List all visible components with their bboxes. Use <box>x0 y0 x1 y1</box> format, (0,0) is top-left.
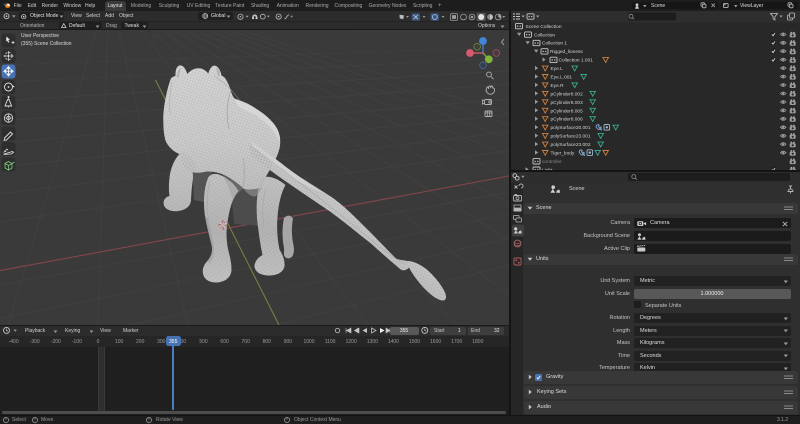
svg-text:polySurface23.002: polySurface23.002 <box>550 142 590 148</box>
svg-text:Rigged_lioness: Rigged_lioness <box>550 49 583 55</box>
svg-text:pCylinder8.006: pCylinder8.006 <box>550 116 583 122</box>
svg-text:Eye.L.001: Eye.L.001 <box>550 74 572 80</box>
svg-text:polySurface23.001: polySurface23.001 <box>550 133 590 139</box>
svg-text:pCylinder8.005: pCylinder8.005 <box>550 108 583 114</box>
svg-text:pCylinder8.002: pCylinder8.002 <box>550 91 583 97</box>
svg-text:Collection 1.001: Collection 1.001 <box>558 57 593 63</box>
svg-text:Tiger_body: Tiger_body <box>550 150 574 156</box>
svg-text:Collection: Collection <box>534 32 555 38</box>
svg-text:Eye.R: Eye.R <box>550 82 564 88</box>
svg-text:controller: controller <box>542 159 562 165</box>
svg-text:Eye.L: Eye.L <box>550 66 563 72</box>
svg-text:polySurface20.001: polySurface20.001 <box>550 125 590 131</box>
svg-text:Scene Collection: Scene Collection <box>525 23 561 29</box>
svg-text:Collection 1: Collection 1 <box>542 40 567 46</box>
svg-text:pCylinder8.003: pCylinder8.003 <box>550 99 583 105</box>
